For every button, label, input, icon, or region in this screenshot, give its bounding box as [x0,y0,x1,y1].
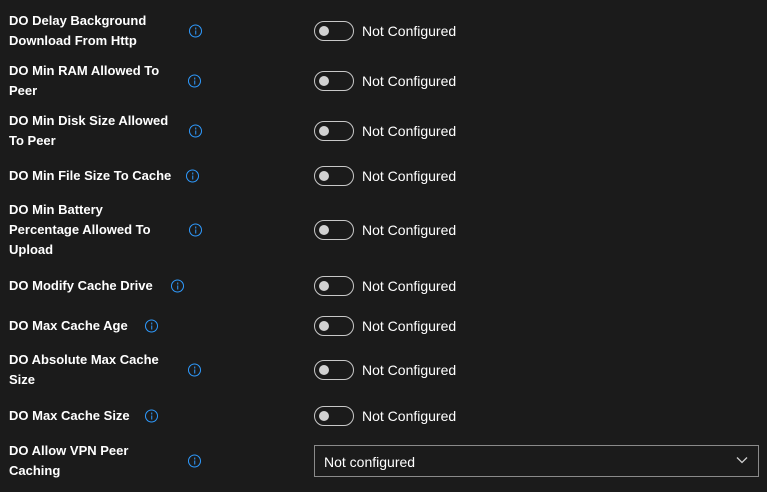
setting-row-min-file-size-to-cache: DO Min File Size To Cache Not Configured [0,161,767,191]
setting-row-min-ram-allowed: DO Min RAM Allowed To Peer Not Configure… [0,61,767,101]
toggle-knob [319,225,329,235]
setting-row-max-cache-size: DO Max Cache Size Not Configured [0,401,767,431]
toggle-switch[interactable] [314,276,354,296]
info-icon[interactable] [171,279,184,293]
info-icon[interactable] [189,24,202,38]
setting-label: DO Min RAM Allowed To Peer [9,63,160,98]
setting-label: DO Min Disk Size Allowed To Peer [9,113,169,148]
toggle-switch[interactable] [314,71,354,91]
setting-label: DO Max Cache Size [9,408,130,423]
toggle-knob [319,321,329,331]
toggle-switch[interactable] [314,316,354,336]
toggle-knob [319,126,329,136]
info-icon[interactable] [145,409,158,423]
toggle-knob [319,76,329,86]
setting-row-min-battery-percentage: DO Min Battery Percentage Allowed To Upl… [0,200,767,260]
toggle-knob [319,26,329,36]
info-icon[interactable] [145,319,158,333]
dropdown-selected-value: Not configured [324,454,416,470]
chevron-down-icon [736,457,748,464]
info-icon[interactable] [186,169,199,183]
toggle-switch[interactable] [314,166,354,186]
info-icon[interactable] [188,363,201,377]
toggle-status-text: Not Configured [362,73,457,89]
setting-label: DO Allow VPN Peer Caching [9,443,129,478]
toggle-status-text: Not Configured [362,278,457,294]
toggle-knob [319,365,329,375]
setting-label: DO Min Battery Percentage Allowed To Upl… [9,202,151,257]
toggle-switch[interactable] [314,406,354,426]
setting-label: DO Min File Size To Cache [9,168,172,183]
toggle-status-text: Not Configured [362,168,457,184]
toggle-status-text: Not Configured [362,408,457,424]
toggle-status-text: Not Configured [362,123,457,139]
setting-label: DO Delay Background Download From Http [9,13,147,48]
toggle-switch[interactable] [314,121,354,141]
setting-row-max-cache-age: DO Max Cache Age Not Configured [0,311,767,341]
info-icon[interactable] [188,454,201,468]
setting-label: DO Absolute Max Cache Size [9,352,159,387]
setting-label: DO Max Cache Age [9,318,128,333]
setting-row-allow-vpn-peer-caching: DO Allow VPN Peer Caching Not configured [0,441,767,481]
toggle-status-text: Not Configured [362,222,457,238]
toggle-status-text: Not Configured [362,362,457,378]
info-icon[interactable] [189,223,202,237]
setting-row-absolute-max-cache-size: DO Absolute Max Cache Size Not Configure… [0,350,767,390]
toggle-knob [319,171,329,181]
toggle-knob [319,281,329,291]
toggle-switch[interactable] [314,220,354,240]
setting-row-min-disk-size-allowed: DO Min Disk Size Allowed To Peer Not Con… [0,111,767,151]
info-icon[interactable] [188,74,201,88]
setting-label: DO Modify Cache Drive [9,278,153,293]
setting-row-modify-cache-drive: DO Modify Cache Drive Not Configured [0,271,767,301]
vpn-peer-caching-dropdown[interactable]: Not configured [314,445,759,477]
info-icon[interactable] [189,124,202,138]
toggle-status-text: Not Configured [362,318,457,334]
toggle-switch[interactable] [314,360,354,380]
toggle-status-text: Not Configured [362,23,457,39]
setting-row-delay-background-download: DO Delay Background Download From Http N… [0,11,767,51]
toggle-switch[interactable] [314,21,354,41]
toggle-knob [319,411,329,421]
